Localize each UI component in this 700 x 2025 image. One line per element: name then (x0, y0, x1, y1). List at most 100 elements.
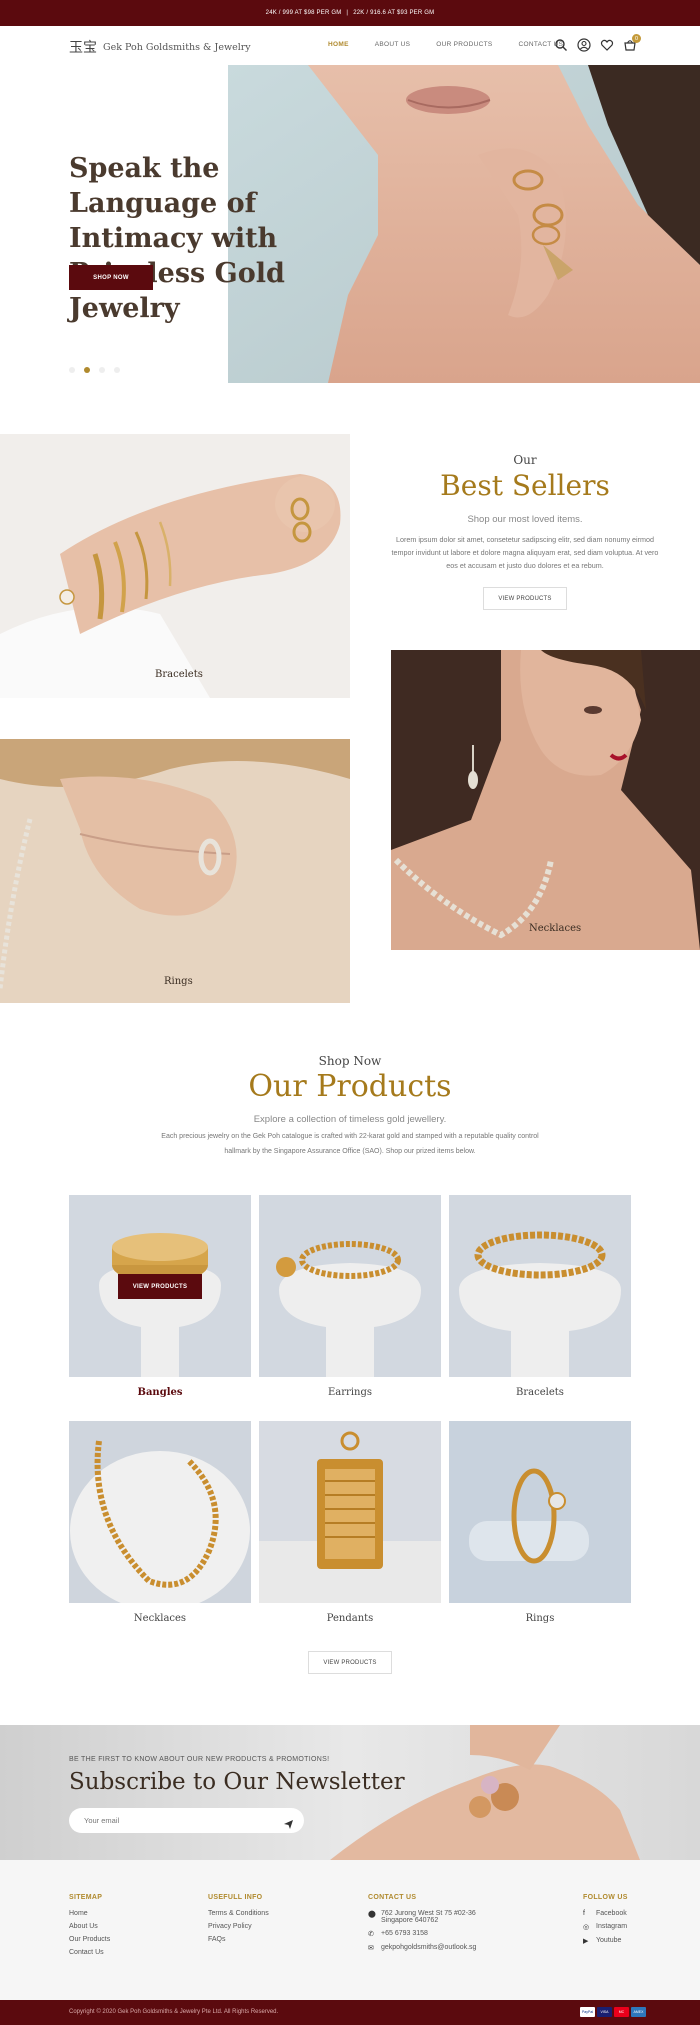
necklaces-tile[interactable]: Necklaces (391, 650, 700, 950)
footer-instagram-label: Instagram (596, 1923, 628, 1930)
gold-22k-price: 22K / 916.6 AT $93 PER GM (353, 10, 435, 16)
bangles-image: VIEW PRODUCTS (69, 1195, 251, 1377)
best-sellers-view-products-button[interactable]: VIEW PRODUCTS (483, 587, 567, 610)
newsletter-section: BE THE FIRST TO KNOW ABOUT OUR NEW PRODU… (0, 1725, 700, 1860)
paypal-icon: PayPal (580, 2007, 595, 2017)
logo-text: Gek Poh Goldsmiths & Jewelry (103, 41, 251, 53)
footer-sitemap: SITEMAP Home About Us Our Products Conta… (69, 1894, 110, 1962)
product-label-bracelets[interactable]: Bracelets (449, 1387, 631, 1398)
rings-tile[interactable]: Rings (0, 739, 350, 1003)
cart-count-badge: 0 (632, 34, 641, 43)
necklaces-image (69, 1421, 251, 1603)
visa-icon: VISA (597, 2007, 612, 2017)
cart-icon[interactable]: 0 (623, 34, 641, 52)
amex-icon: AMEX (631, 2007, 646, 2017)
phone-icon: ✆ (368, 1931, 374, 1938)
product-label-rings[interactable]: Rings (449, 1613, 631, 1624)
hero-section: Speak the Language of Intimacy with Pric… (0, 65, 700, 385)
product-label-bangles[interactable]: Bangles (69, 1387, 251, 1398)
heart-icon[interactable] (600, 38, 614, 52)
footer-link-home[interactable]: Home (69, 1910, 110, 1917)
product-card-pendants[interactable]: Pendants (259, 1421, 441, 1624)
product-card-necklaces[interactable]: Necklaces (69, 1421, 251, 1624)
nav-our-products[interactable]: OUR PRODUCTS (436, 41, 492, 48)
product-card-rings[interactable]: Rings (449, 1421, 631, 1624)
footer-email[interactable]: ✉ gekpohgoldsmiths@outlook.sg (368, 1944, 476, 1952)
products-title: Our Products (248, 1069, 452, 1104)
product-label-earrings[interactable]: Earrings (259, 1387, 441, 1398)
newsletter-email-input[interactable]: Your email (69, 1808, 304, 1833)
pendants-image (259, 1421, 441, 1603)
bracelets-tile[interactable]: Bracelets (0, 434, 350, 698)
newsletter-title: Subscribe to Our Newsletter (69, 1769, 405, 1795)
bangles-view-products-button[interactable]: VIEW PRODUCTS (118, 1274, 202, 1299)
footer-youtube-label: Youtube (596, 1937, 622, 1944)
nav-home[interactable]: HOME (328, 41, 349, 48)
slider-dot-1[interactable] (69, 367, 75, 373)
necklaces-label: Necklaces (529, 923, 582, 934)
footer-phone[interactable]: ✆ +65 6793 3158 (368, 1930, 476, 1938)
footer-contact-title: CONTACT US (368, 1894, 417, 1901)
footer-link-contact-us[interactable]: Contact Us (69, 1949, 110, 1956)
footer-address-line-1: 762 Jurong West St 75 #02-36 (381, 1910, 476, 1917)
location-pin-icon: ⬤ (368, 1911, 376, 1918)
best-sellers-subtitle: Shop our most loved items. (467, 514, 583, 525)
best-sellers-pre: Our (513, 453, 537, 467)
price-separator: | (346, 10, 349, 16)
slider-dot-4[interactable] (114, 367, 120, 373)
slider-dot-2[interactable] (84, 367, 90, 373)
user-icon[interactable] (577, 38, 591, 52)
footer-link-our-products[interactable]: Our Products (69, 1936, 110, 1943)
hero-title: Speak the Language of Intimacy with Pric… (69, 153, 285, 324)
mastercard-icon: MC (614, 2007, 629, 2017)
footer-instagram[interactable]: ◎ Instagram (583, 1923, 628, 1931)
footer-info-title: USEFULL INFO (208, 1894, 263, 1901)
slider-dot-3[interactable] (99, 367, 105, 373)
product-card-bangles[interactable]: VIEW PRODUCTS Bangles (69, 1195, 251, 1398)
logo[interactable]: 玉宝 Gek Poh Goldsmiths & Jewelry (69, 37, 251, 57)
search-icon[interactable] (554, 38, 568, 52)
products-description-line-1: Each precious jewelry on the Gek Poh cat… (161, 1133, 539, 1140)
footer-sitemap-title: SITEMAP (69, 1894, 103, 1901)
footer-contact: CONTACT US ⬤ 762 Jurong West St 75 #02-3… (368, 1894, 476, 1958)
product-label-necklaces[interactable]: Necklaces (69, 1613, 251, 1624)
footer-link-privacy[interactable]: Privacy Policy (208, 1923, 269, 1930)
products-description-line-2: hallmark by the Singapore Assurance Offi… (224, 1148, 476, 1155)
rings-image (449, 1421, 631, 1603)
logo-glyph: 玉宝 (69, 40, 97, 56)
footer-address-line-2: Singapore 640762 (381, 1917, 439, 1924)
footer-follow: FOLLOW US f Facebook ◎ Instagram ▶ Youtu… (583, 1894, 628, 1951)
product-card-bracelets[interactable]: Bracelets (449, 1195, 631, 1398)
footer-email-text: gekpohgoldsmiths@outlook.sg (381, 1944, 477, 1951)
products-view-products-button[interactable]: VIEW PRODUCTS (308, 1651, 392, 1674)
nav-about-us[interactable]: ABOUT US (375, 41, 411, 48)
best-sellers-text: Lorem ipsum dolor sit amet, consetetur s… (391, 535, 659, 570)
newsletter-pre: BE THE FIRST TO KNOW ABOUT OUR NEW PRODU… (69, 1756, 330, 1763)
footer-follow-title: FOLLOW US (583, 1894, 628, 1901)
copyright-text: Copyright © 2020 Gek Poh Goldsmiths & Je… (69, 2009, 279, 2015)
payment-icons: PayPal VISA MC AMEX (580, 2007, 646, 2017)
rings-label: Rings (164, 976, 193, 987)
best-sellers-header: Our Best Sellers Shop our most loved ite… (390, 453, 660, 572)
footer-phone-text: +65 6793 3158 (381, 1930, 428, 1937)
footer-facebook-label: Facebook (596, 1910, 627, 1917)
send-icon[interactable] (284, 1816, 293, 1834)
footer-link-terms[interactable]: Terms & Conditions (208, 1910, 269, 1917)
product-label-pendants[interactable]: Pendants (259, 1613, 441, 1624)
facebook-icon: f (583, 1910, 585, 1917)
earrings-image (259, 1195, 441, 1377)
products-header: Shop Now Our Products Explore a collecti… (69, 1054, 631, 1159)
gold-24k-price: 24K / 999 AT $98 PER GM (265, 10, 342, 16)
product-card-earrings[interactable]: Earrings (259, 1195, 441, 1398)
footer-address: ⬤ 762 Jurong West St 75 #02-36 Singapore … (368, 1910, 476, 1924)
footer-youtube[interactable]: ▶ Youtube (583, 1937, 628, 1945)
footer-link-faqs[interactable]: FAQs (208, 1936, 269, 1943)
instagram-icon: ◎ (583, 1924, 590, 1931)
footer-bottom-bar: Copyright © 2020 Gek Poh Goldsmiths & Je… (0, 2000, 700, 2025)
footer-link-about-us[interactable]: About Us (69, 1923, 110, 1930)
bracelets-image (449, 1195, 631, 1377)
envelope-icon: ✉ (368, 1945, 374, 1952)
youtube-icon: ▶ (583, 1938, 589, 1945)
shop-now-button[interactable]: SHOP NOW (69, 265, 153, 290)
footer-facebook[interactable]: f Facebook (583, 1910, 628, 1917)
